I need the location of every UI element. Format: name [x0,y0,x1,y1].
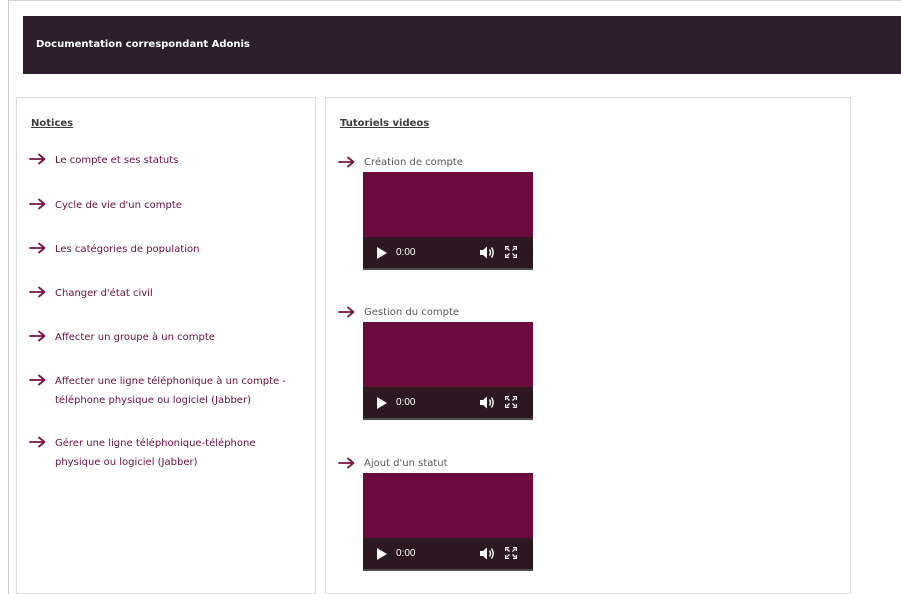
volume-icon[interactable] [480,547,495,560]
video-title: Gestion du compte [364,306,460,318]
volume-icon[interactable] [480,246,495,259]
video-player[interactable]: 0:00 [363,473,533,571]
video-title: Création de compte [364,156,463,168]
notice-link-label[interactable]: Changer d'état civil [55,284,153,303]
video-controls: 0:00 [363,387,533,420]
arrow-right-icon [29,436,46,448]
notice-link-gerer-ligne[interactable]: Gérer une ligne téléphonique-téléphone p… [29,434,304,472]
notices-panel: Notices Le compte et ses statuts Cycle d… [16,97,316,594]
notice-link-affecter-groupe[interactable]: Affecter un groupe à un compte [29,328,304,347]
video-label-row: Création de compte [338,155,538,169]
arrow-right-icon [29,242,46,254]
arrow-right-icon [338,457,355,468]
fullscreen-icon[interactable] [505,396,517,408]
video-controls: 0:00 [363,237,533,270]
videos-heading: Tutoriels videos [340,118,430,129]
arrow-right-icon [29,153,46,165]
video-time: 0:00 [396,247,416,258]
notice-link-label[interactable]: Affecter une ligne téléphonique à un com… [55,372,286,410]
fullscreen-icon[interactable] [505,246,517,258]
arrow-right-icon [29,374,46,386]
video-controls: 0:00 [363,538,533,571]
notice-link-etat-civil[interactable]: Changer d'état civil [29,284,304,303]
video-time: 0:00 [396,397,416,408]
video-item-creation-compte: Création de compte 0:00 [338,155,538,270]
frame-top-border [8,0,901,1]
arrow-right-icon [338,306,355,317]
video-player[interactable]: 0:00 [363,172,533,270]
notice-link-compte-statuts[interactable]: Le compte et ses statuts [29,151,304,170]
video-player[interactable]: 0:00 [363,322,533,420]
video-time: 0:00 [396,548,416,559]
frame-left-border [8,0,9,594]
notice-link-label[interactable]: Gérer une ligne téléphonique-téléphone p… [55,434,255,472]
notice-link-label[interactable]: Le compte et ses statuts [55,151,178,170]
notice-link-categories-population[interactable]: Les catégories de population [29,240,304,259]
videos-panel: Tutoriels videos Création de compte 0:00… [325,97,851,594]
page-title: Documentation correspondant Adonis [36,38,250,50]
arrow-right-icon [29,286,46,298]
play-icon[interactable] [376,247,388,259]
video-title: Ajout d'un statut [364,457,448,469]
play-icon[interactable] [376,397,388,409]
notice-link-label[interactable]: Les catégories de population [55,240,199,259]
notice-link-label[interactable]: Affecter un groupe à un compte [55,328,215,347]
arrow-right-icon [29,198,46,210]
page-banner: Documentation correspondant Adonis [23,16,901,74]
video-item-gestion-compte: Gestion du compte 0:00 [338,305,538,420]
video-label-row: Ajout d'un statut [338,456,538,470]
play-icon[interactable] [376,548,388,560]
arrow-right-icon [338,156,355,167]
notice-link-cycle-vie[interactable]: Cycle de vie d'un compte [29,196,304,215]
video-label-row: Gestion du compte [338,305,538,319]
arrow-right-icon [29,330,46,342]
fullscreen-icon[interactable] [505,547,517,559]
video-item-ajout-statut: Ajout d'un statut 0:00 [338,456,538,571]
volume-icon[interactable] [480,396,495,409]
notices-heading: Notices [31,118,74,129]
notice-link-affecter-ligne[interactable]: Affecter une ligne téléphonique à un com… [29,372,304,410]
notice-link-label[interactable]: Cycle de vie d'un compte [55,196,182,215]
